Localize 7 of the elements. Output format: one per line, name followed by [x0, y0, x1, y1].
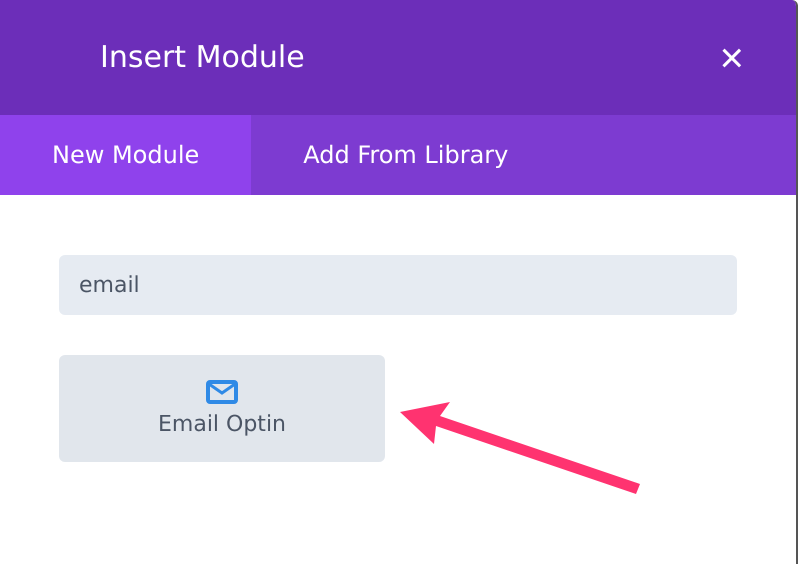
close-button[interactable]: × — [719, 36, 744, 78]
tab[interactable]: Add From Library — [251, 115, 560, 195]
search-field[interactable]: email — [59, 255, 737, 315]
module-button[interactable]: Email Optin — [59, 355, 385, 462]
envelope-icon — [206, 380, 238, 404]
tab[interactable]: New Module — [0, 115, 252, 195]
window-title: Insert Module — [100, 40, 305, 75]
